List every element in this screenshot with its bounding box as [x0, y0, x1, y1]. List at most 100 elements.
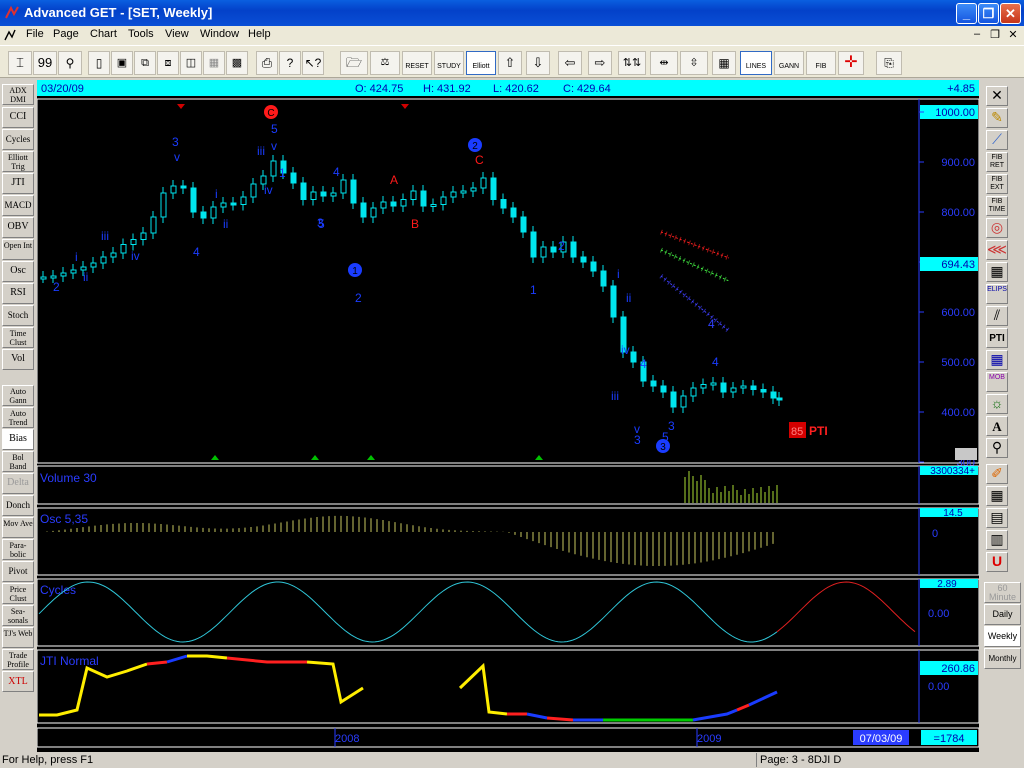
fan-lines-icon[interactable]: ⋘: [986, 240, 1008, 260]
study-time-clust-button[interactable]: Time Clust: [2, 327, 34, 348]
study-xtl-button[interactable]: XTL: [2, 671, 34, 692]
study-bol-band-button[interactable]: Bol Band: [2, 451, 34, 472]
reset-button[interactable]: RESET: [402, 51, 432, 75]
doc-close-icon[interactable]: ✕: [1006, 28, 1020, 41]
chart-window-icon[interactable]: ◫: [180, 51, 202, 75]
grid-toggle-icon[interactable]: ▦: [712, 51, 736, 75]
study-obv-button[interactable]: OBV: [2, 217, 34, 238]
grid-icon[interactable]: ▦: [203, 51, 225, 75]
layers-icon[interactable]: ▤: [986, 508, 1008, 528]
menu-page[interactable]: Page: [53, 28, 79, 40]
study-macd-button[interactable]: MACD: [2, 195, 34, 216]
jti-panel[interactable]: [37, 649, 979, 724]
doc-minimize-icon[interactable]: –: [970, 28, 984, 40]
grid-tool-icon[interactable]: ▦: [986, 350, 1008, 370]
timeframe-60-minute[interactable]: 60 Minute: [984, 582, 1021, 603]
study-vol-button[interactable]: Vol: [2, 349, 34, 370]
mob-button[interactable]: MOB: [986, 372, 1008, 392]
study-delta-button[interactable]: Delta: [2, 473, 34, 494]
menu-chart[interactable]: Chart: [90, 28, 117, 40]
compress-bars-icon[interactable]: ⇅⇅: [618, 51, 646, 75]
expand-bars-icon[interactable]: ⇹: [650, 51, 678, 75]
study-donch-button[interactable]: Donch: [2, 495, 34, 516]
cursor-icon[interactable]: ⌶: [8, 51, 32, 75]
study-bias-button[interactable]: Bias: [2, 429, 34, 450]
delete-x-icon[interactable]: ✕: [986, 86, 1008, 106]
copy-icon[interactable]: ⧉: [134, 51, 156, 75]
chart-window[interactable]: 03/20/09 O: 424.75 H: 431.92 L: 420.62 C…: [37, 80, 979, 752]
fib-button[interactable]: FIB: [806, 51, 836, 75]
save-icon[interactable]: ▣: [111, 51, 133, 75]
study-cycles-button[interactable]: Cycles: [2, 129, 34, 150]
menu-window[interactable]: Window: [200, 28, 239, 40]
study-button[interactable]: STUDY: [434, 51, 464, 75]
print-icon[interactable]: ⎙: [256, 51, 278, 75]
compare-icon[interactable]: ⚖: [370, 51, 400, 75]
sun-icon[interactable]: ☼: [986, 394, 1008, 414]
menu-file[interactable]: File: [26, 28, 44, 40]
fib-time-button[interactable]: FIB TIME: [986, 196, 1008, 216]
search-icon[interactable]: ⚲: [58, 51, 82, 75]
menu-view[interactable]: View: [165, 28, 189, 40]
menu-help[interactable]: Help: [248, 28, 271, 40]
book-icon[interactable]: ▥: [986, 530, 1008, 550]
restore-icon[interactable]: ❐: [978, 3, 999, 24]
crosshair-icon[interactable]: ✛: [838, 51, 864, 75]
study-price-clust-button[interactable]: Price Clust: [2, 583, 34, 604]
timeframe-monthly[interactable]: Monthly: [984, 648, 1021, 669]
fib-ext-button[interactable]: FIB EXT: [986, 174, 1008, 194]
study-cci-button[interactable]: CCI: [2, 107, 34, 128]
arrow-left-icon[interactable]: ⇦: [558, 51, 582, 75]
close-icon[interactable]: ✕: [1000, 3, 1021, 24]
osc-panel[interactable]: [37, 507, 979, 576]
open-folder-icon[interactable]: 🗁: [340, 51, 368, 75]
chart-svg[interactable]: 03/20/09 O: 424.75 H: 431.92 L: 420.62 C…: [37, 80, 979, 752]
cycles-panel[interactable]: [37, 578, 979, 647]
pti-button[interactable]: PTI: [986, 328, 1008, 348]
doc-chart-icon[interactable]: [4, 29, 16, 41]
minimize-icon[interactable]: _: [956, 3, 977, 24]
eraser-icon[interactable]: ✐: [986, 464, 1008, 484]
gann-box-icon[interactable]: ▦: [986, 262, 1008, 282]
study-open-int-button[interactable]: Open Int: [2, 239, 34, 260]
arrow-right-icon[interactable]: ⇨: [588, 51, 612, 75]
context-help-icon[interactable]: ↖?: [302, 51, 324, 75]
study-tjs-web-button[interactable]: TJ's Web: [2, 627, 34, 648]
elliott-button[interactable]: Elliott: [466, 51, 496, 75]
fib-ret-button[interactable]: FIB RET: [986, 152, 1008, 172]
magnet-icon[interactable]: U: [986, 552, 1008, 572]
text-tool-button[interactable]: A: [986, 416, 1008, 436]
date-axis[interactable]: [37, 727, 979, 748]
study-auto-gann-button[interactable]: Auto Gann: [2, 385, 34, 406]
study-parabolic-button[interactable]: Para- bolic: [2, 539, 34, 560]
magnifier-icon[interactable]: ⚲: [986, 438, 1008, 458]
fib-circle-icon[interactable]: ◎: [986, 218, 1008, 238]
gann-button[interactable]: GANN: [774, 51, 804, 75]
study-elliott-trig-button[interactable]: Elliott Trig: [2, 151, 34, 172]
study-rsi-button[interactable]: RSI: [2, 283, 34, 304]
trendline-icon[interactable]: ⟋: [986, 130, 1008, 150]
help-icon[interactable]: ?: [279, 51, 301, 75]
elips-button[interactable]: ELIPS: [986, 284, 1008, 304]
study-adx-dmi-button[interactable]: ADX DMI: [2, 84, 34, 105]
zoom-bars-icon[interactable]: ⇳: [680, 51, 708, 75]
arrow-up-icon[interactable]: ⇧: [498, 51, 522, 75]
timeframe-daily[interactable]: Daily: [984, 604, 1021, 625]
export-icon[interactable]: ⎘: [876, 51, 902, 75]
quote-icon[interactable]: 99: [33, 51, 57, 75]
study-pivot-button[interactable]: Pivot: [2, 561, 34, 582]
pencil-icon[interactable]: ✎: [986, 108, 1008, 128]
grid-select-icon[interactable]: ▦: [986, 486, 1008, 506]
lines-button[interactable]: LINES: [740, 51, 772, 75]
volume-panel[interactable]: [37, 465, 979, 505]
study-mov-ave-button[interactable]: Mov Ave: [2, 517, 34, 538]
new-page-icon[interactable]: ▯: [88, 51, 110, 75]
study-jti-button[interactable]: JTI: [2, 173, 34, 194]
channel-icon[interactable]: ⫽: [986, 306, 1008, 326]
binoculars-icon[interactable]: [955, 448, 977, 460]
paste-icon[interactable]: ⧈: [157, 51, 179, 75]
study-osc-button[interactable]: Osc: [2, 261, 34, 282]
study-trade-profile-button[interactable]: Trade Profile: [2, 649, 34, 670]
arrow-down-icon[interactable]: ⇩: [526, 51, 550, 75]
doc-restore-icon[interactable]: ❐: [988, 28, 1002, 41]
